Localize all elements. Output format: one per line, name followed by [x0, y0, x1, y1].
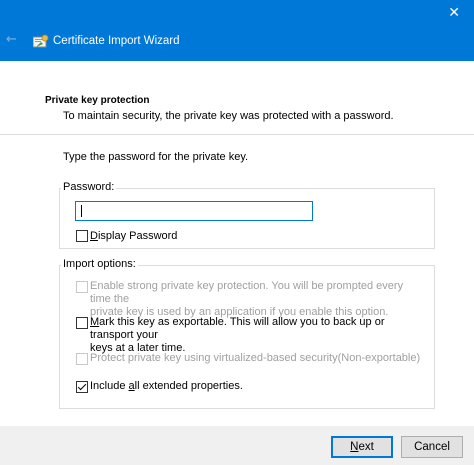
exportable-label[interactable]: Mark this key as exportable. This will a…	[90, 316, 425, 355]
back-arrow-icon[interactable]: ←	[6, 33, 17, 46]
exportable-checkbox[interactable]	[76, 317, 88, 329]
vbs-protection-label[interactable]: Protect private key using virtualized-ba…	[90, 352, 420, 365]
text-caret	[81, 205, 82, 217]
cancel-button[interactable]: Cancel	[401, 436, 463, 458]
password-group-legend: Password:	[61, 181, 117, 193]
import-options-legend: Import options:	[61, 258, 138, 270]
strong-protection-checkbox[interactable]	[76, 281, 88, 293]
title-bar: ✕ ← Certificate Import Wizard	[0, 0, 474, 61]
wizard-header: Private key protection To maintain secur…	[0, 61, 474, 135]
wizard-footer: Next Cancel	[0, 426, 474, 465]
certificate-wizard-icon	[33, 34, 49, 48]
display-password-label[interactable]: Display Password	[90, 230, 177, 243]
window-title: Certificate Import Wizard	[53, 35, 180, 47]
page-title: Private key protection	[45, 95, 150, 106]
extended-properties-checkbox[interactable]	[76, 381, 88, 393]
password-input[interactable]	[75, 201, 313, 221]
vbs-protection-checkbox[interactable]	[76, 353, 88, 365]
password-prompt: Type the password for the private key.	[63, 151, 249, 163]
next-button[interactable]: Next	[331, 436, 393, 458]
close-icon[interactable]: ✕	[448, 6, 460, 20]
display-password-checkbox[interactable]	[76, 230, 88, 242]
page-description: To maintain security, the private key wa…	[63, 110, 394, 122]
extended-properties-label[interactable]: Include all extended properties.	[90, 380, 243, 393]
strong-protection-label[interactable]: Enable strong private key protection. Yo…	[90, 280, 420, 319]
